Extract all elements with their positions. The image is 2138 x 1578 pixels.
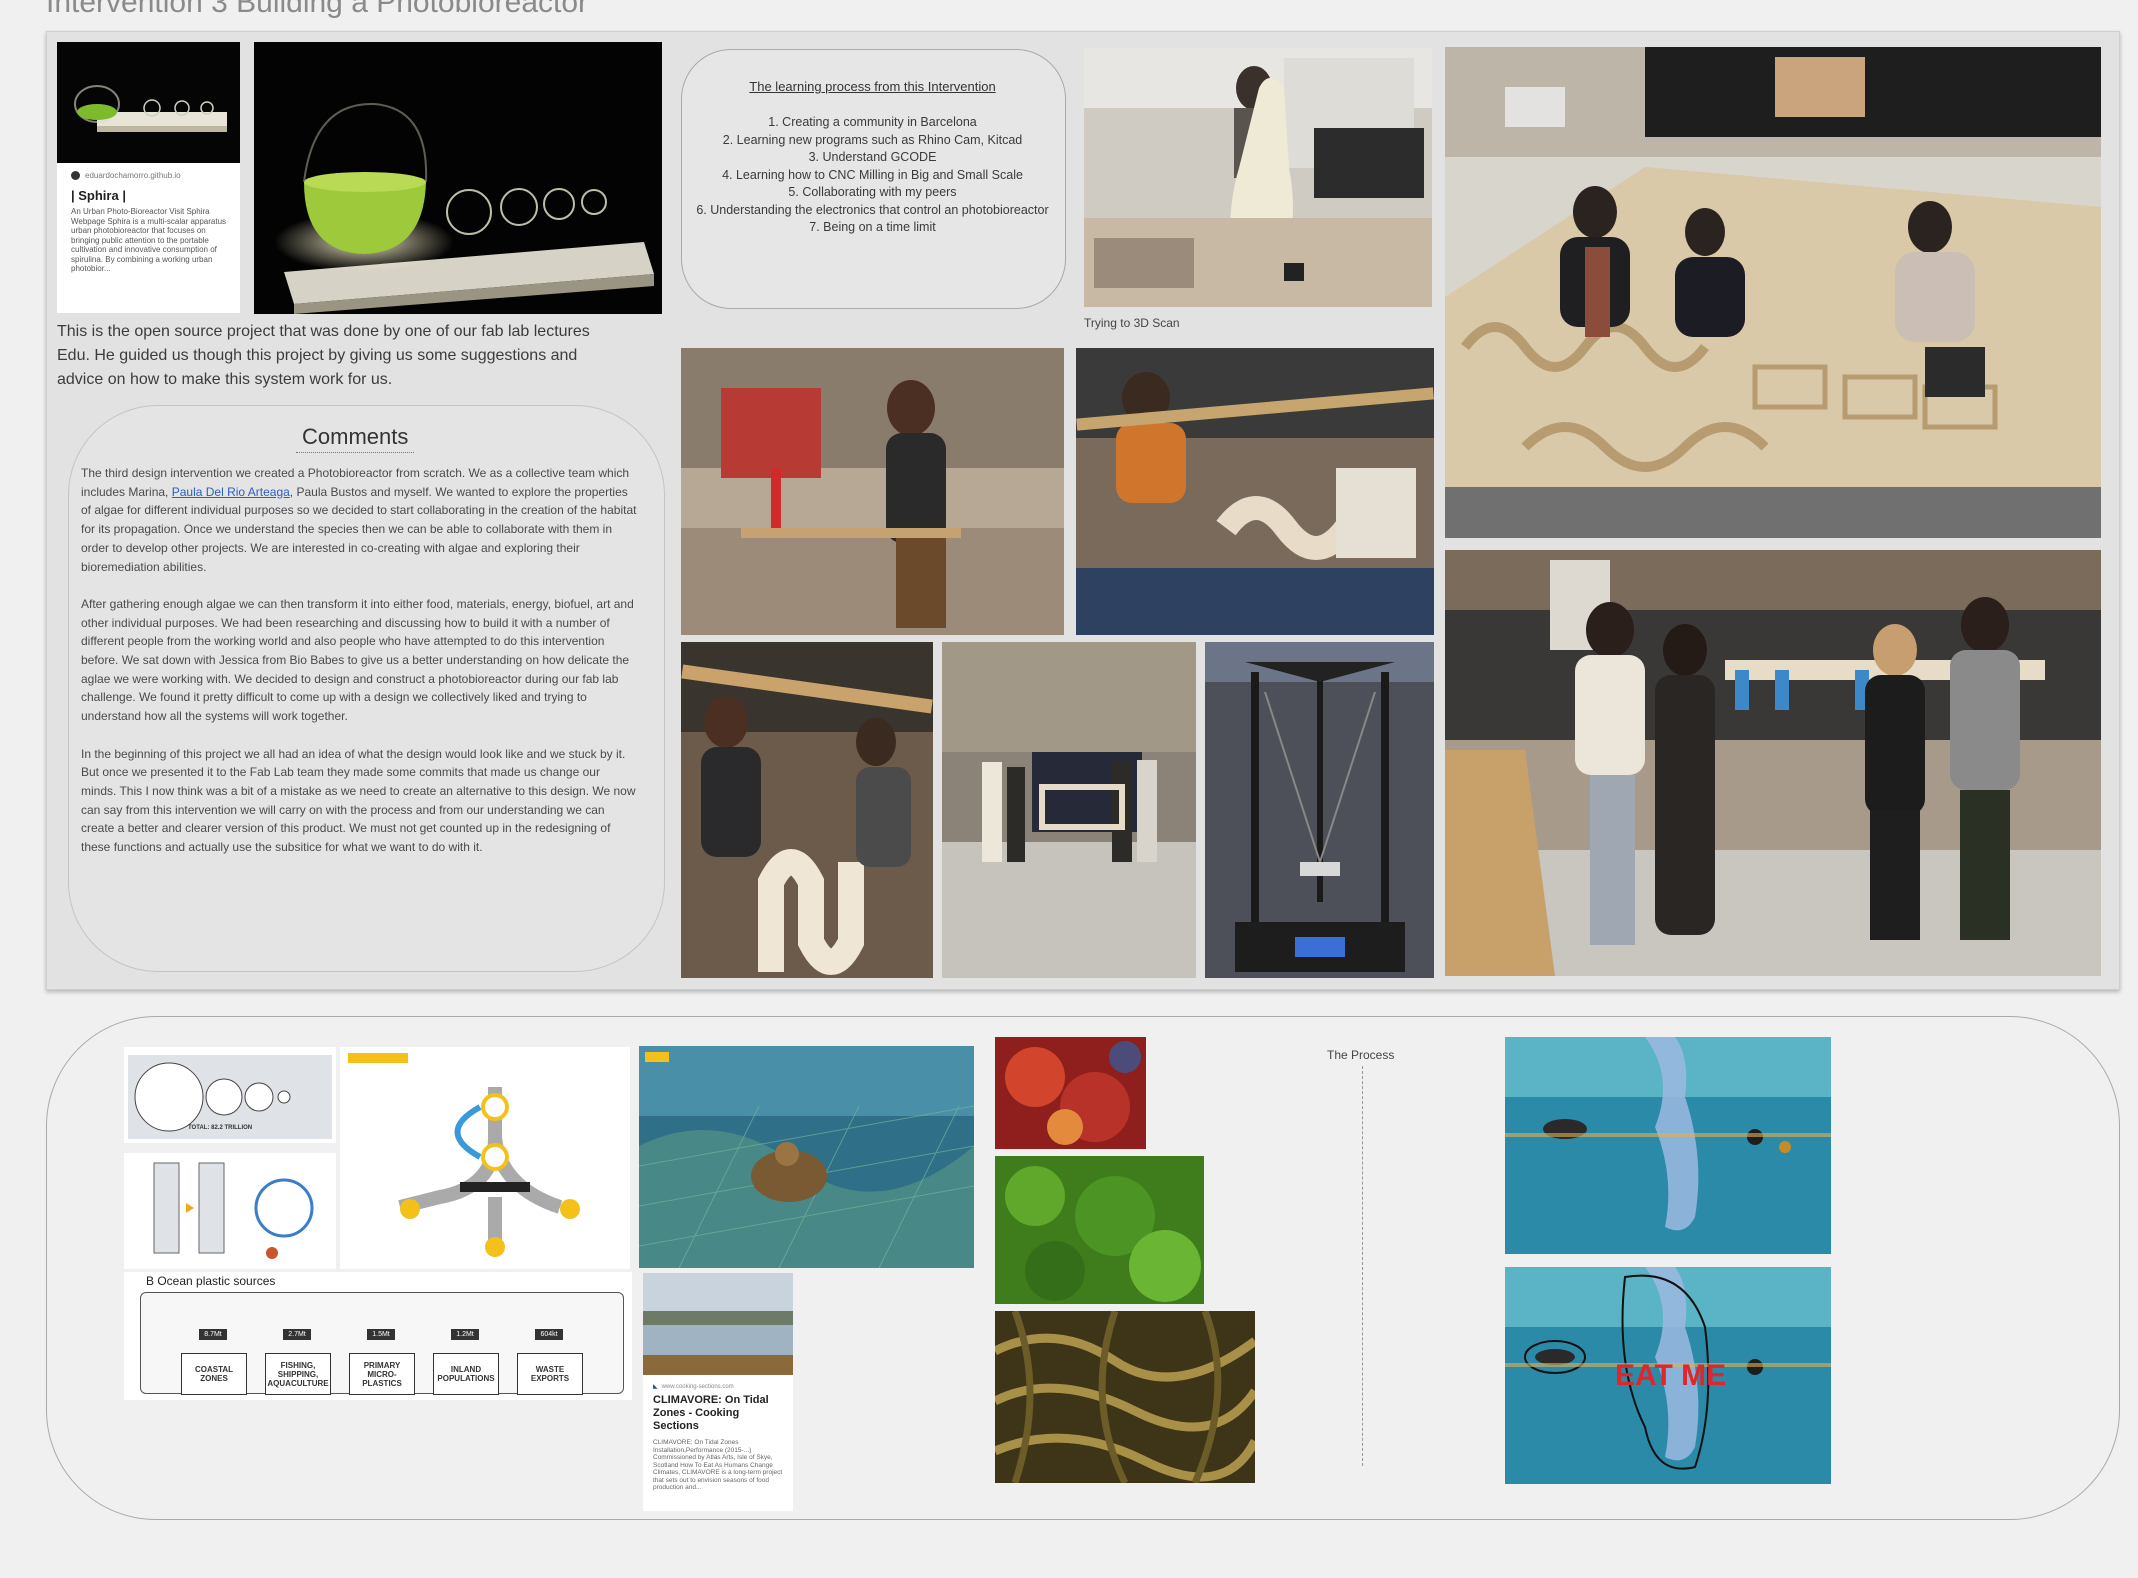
sphira-url: eduardochamorro.github.io xyxy=(85,171,181,180)
sphira-title: | Sphira | xyxy=(71,188,126,203)
cooking-title: CLIMAVORE: On Tidal Zones - Cooking Sect… xyxy=(653,1394,769,1432)
source-amount: 1.2Mt xyxy=(451,1329,479,1340)
source-label: INLAND POPULATIONS xyxy=(433,1353,499,1395)
plastic-bag-photo[interactable] xyxy=(1505,1037,1831,1254)
learning-item: 3. Understand GCODE xyxy=(808,150,937,164)
sphira-thumbnail-image[interactable] xyxy=(57,42,240,163)
3d-printer-photo[interactable] xyxy=(1205,642,1434,978)
exhibition-group-photo[interactable] xyxy=(1445,550,2101,976)
source-amount: 1.5Mt xyxy=(367,1329,395,1340)
comments-paragraph-1: The third design intervention we created… xyxy=(81,464,637,576)
cooking-description: CLIMAVORE: On Tidal Zones Installation,P… xyxy=(653,1439,783,1491)
cooking-favicon-icon: ◣ xyxy=(653,1384,658,1390)
learning-item: 2. Learning new programs such as Rhino C… xyxy=(722,132,1023,147)
source-label: FISHING, SHIPPING, AQUACULTURE xyxy=(265,1353,331,1395)
photobioreactor-photo[interactable] xyxy=(254,42,662,314)
source-label: COASTAL ZONES xyxy=(181,1353,247,1395)
source-label: WASTE EXPORTS xyxy=(517,1353,583,1395)
source-amount: 2.7Mt xyxy=(283,1329,311,1340)
learning-item: 5. Collaborating with my peers xyxy=(788,185,957,199)
workshop-photo-1[interactable] xyxy=(681,348,1064,635)
site-favicon-icon xyxy=(71,171,80,180)
ocean-plastic-sources-chart[interactable]: B Ocean plastic sources 8.7Mt COASTAL ZO… xyxy=(124,1272,632,1400)
paula-link[interactable]: Paula Del Rio Arteaga xyxy=(172,485,290,499)
learning-item: 6. Understanding the electronics that co… xyxy=(696,202,1049,217)
tidal-zone-photo[interactable] xyxy=(643,1273,793,1375)
red-algae-photo[interactable] xyxy=(995,1037,1146,1149)
scan-caption: Trying to 3D Scan xyxy=(1084,316,1180,330)
learning-item: 4. Learning how to CNC Milling in Big an… xyxy=(722,167,1023,182)
process-divider xyxy=(1362,1066,1363,1466)
comments-body: The third design intervention we created… xyxy=(81,464,637,875)
green-algae-photo[interactable] xyxy=(995,1156,1204,1304)
plastic-total-label: TOTAL: 82.2 TRILLION xyxy=(188,1125,253,1131)
cnc-milling-photo[interactable] xyxy=(1445,47,2101,538)
plastic-lifecycle-infographic[interactable] xyxy=(124,1153,336,1269)
comments-title: Comments xyxy=(296,424,415,453)
brown-seaweed-photo[interactable] xyxy=(995,1311,1255,1483)
comments-paragraph-3: In the beginning of this project we all … xyxy=(81,746,636,855)
source-amount: 604kt xyxy=(535,1329,563,1340)
sphira-description: An Urban Photo-Bioreactor Visit Sphira W… xyxy=(71,207,227,273)
source-amount: 8.7Mt xyxy=(199,1329,227,1340)
intro-text: This is the open source project that was… xyxy=(57,323,590,388)
plastic-bag-eat-me-photo[interactable]: EAT ME xyxy=(1505,1267,1831,1484)
learning-item: 7. Being on a time limit xyxy=(809,220,936,234)
ocean-sources-panel: 8.7Mt COASTAL ZONES 2.7Mt FISHING, SHIPP… xyxy=(140,1292,624,1395)
cooking-sections-link-card[interactable]: ◣ www.cooking-sections.com CLIMAVORE: On … xyxy=(643,1375,793,1511)
eat-me-label: EAT ME xyxy=(1615,1359,1727,1392)
workshop-photo-2[interactable] xyxy=(1076,348,1434,635)
plastic-flow-infographic[interactable] xyxy=(340,1047,630,1269)
workshop-photo-3[interactable] xyxy=(681,642,933,978)
sphira-link-card[interactable]: eduardochamorro.github.io | Sphira | An … xyxy=(57,163,240,313)
source-label: PRIMARY MICRO-PLASTICS xyxy=(349,1353,415,1395)
board-title: Intervention 3 Building a Photobioreacto… xyxy=(46,0,589,19)
learning-item: 1. Creating a community in Barcelona xyxy=(768,115,977,129)
ocean-plastic-title: B Ocean plastic sources xyxy=(146,1274,276,1288)
comments-paragraph-2: After gathering enough algae we can then… xyxy=(81,596,634,724)
turtle-net-photo[interactable] xyxy=(639,1046,974,1268)
plastic-stats-infographic[interactable]: TOTAL: 82.2 TRILLION xyxy=(124,1047,336,1143)
cooking-url: www.cooking-sections.com xyxy=(661,1383,734,1390)
learning-process-title: The learning process from this Intervent… xyxy=(749,79,996,94)
exhibition-photo-small[interactable] xyxy=(942,642,1196,978)
3d-scan-photo[interactable] xyxy=(1084,48,1432,307)
learning-process-list: 1. Creating a community in Barcelona 2. … xyxy=(690,114,1055,237)
process-label: The Process xyxy=(1327,1048,1395,1062)
